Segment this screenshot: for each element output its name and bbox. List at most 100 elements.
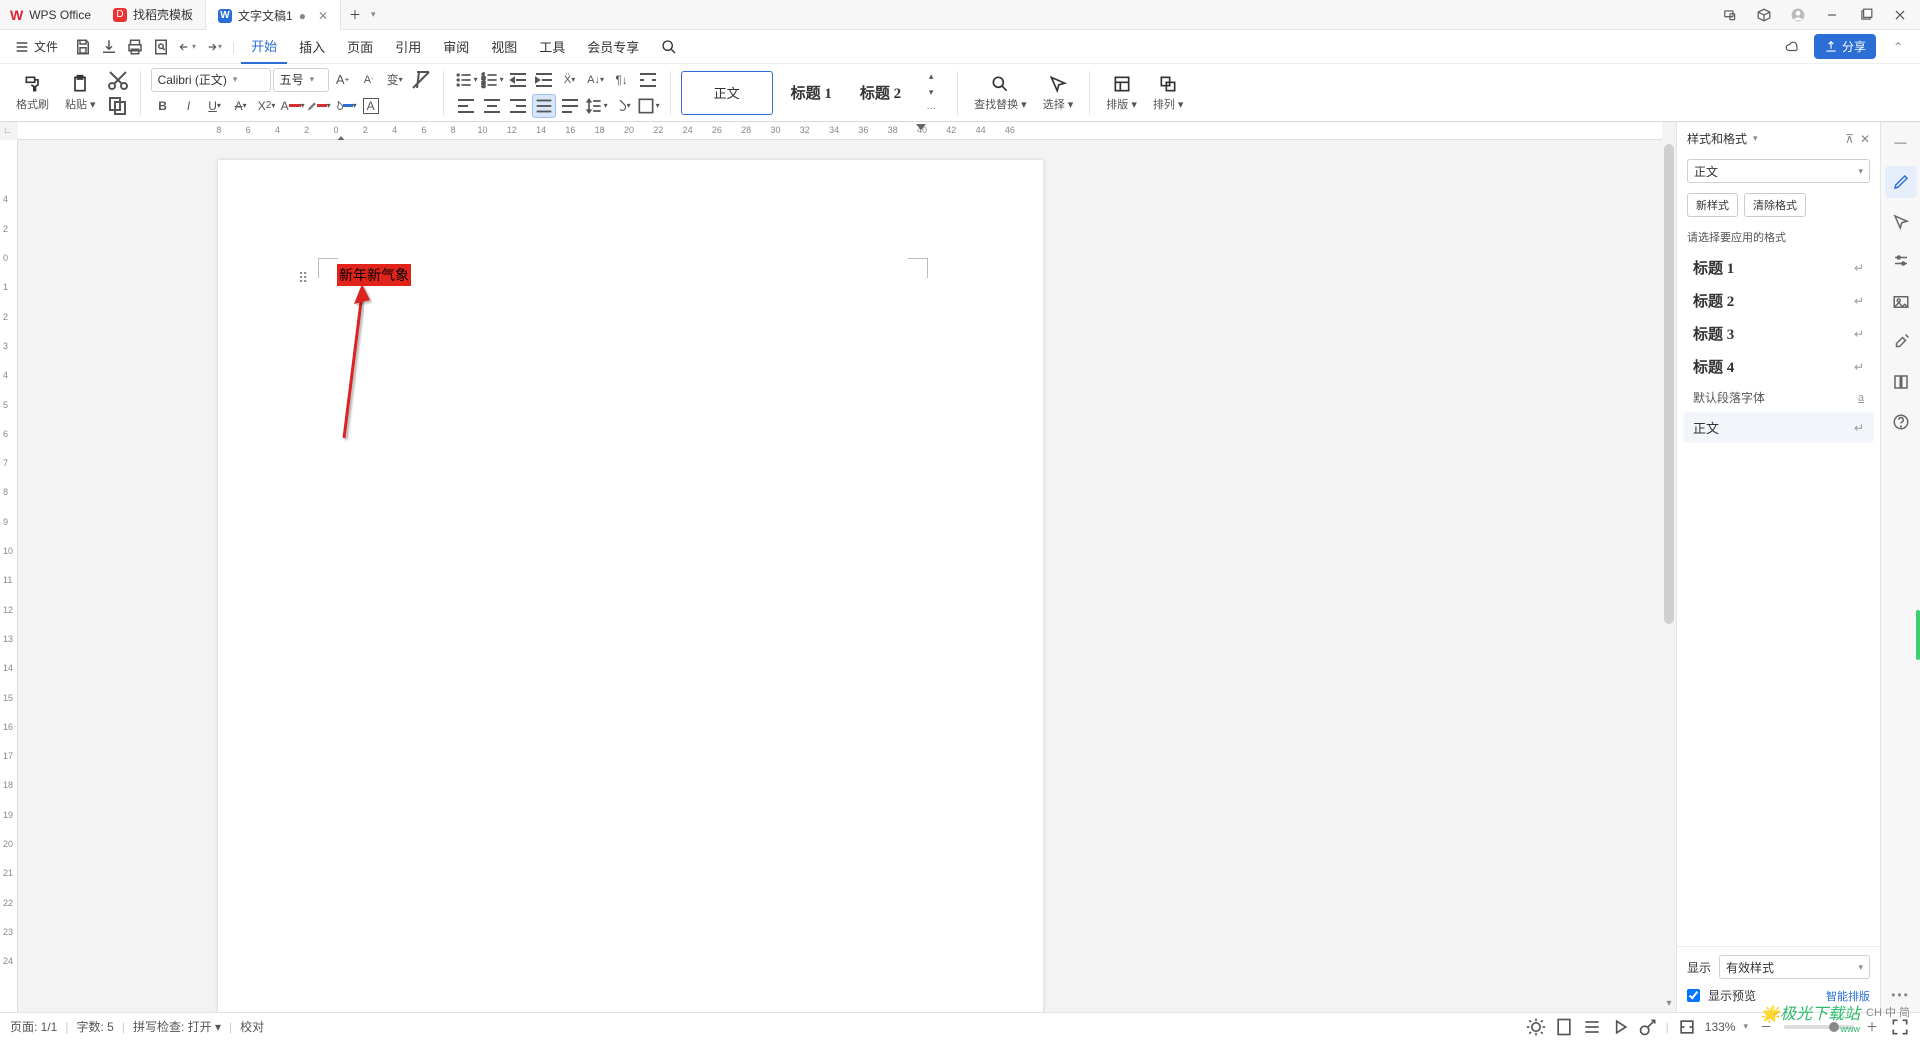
tools-icon[interactable] — [1885, 326, 1917, 358]
tab-settings-icon[interactable] — [636, 68, 660, 92]
shrink-font-icon[interactable]: A- — [357, 68, 381, 92]
status-bug-icon[interactable] — [1526, 1017, 1546, 1037]
document-page[interactable]: ⠿ 新年新气象 — [218, 160, 1043, 1012]
style-normal[interactable]: 正文 — [681, 71, 773, 115]
pin-icon[interactable]: ⊼ — [1845, 132, 1854, 146]
help-icon[interactable] — [1885, 406, 1917, 438]
find-replace-button[interactable]: 查找替换 ▾ — [968, 68, 1033, 118]
view-read-icon[interactable] — [1610, 1017, 1630, 1037]
print-preview-icon[interactable] — [152, 38, 170, 56]
zoom-value[interactable]: 133% — [1705, 1020, 1736, 1034]
clear-format-icon[interactable] — [409, 68, 433, 92]
avatar-icon[interactable] — [1784, 1, 1812, 29]
font-color-icon[interactable]: A▾ — [281, 94, 305, 118]
book-icon[interactable] — [1885, 366, 1917, 398]
borders-icon[interactable]: ▾ — [636, 94, 660, 118]
devices-icon[interactable] — [1716, 1, 1744, 29]
increase-indent-icon[interactable] — [532, 68, 556, 92]
close-tab-icon[interactable]: ✕ — [318, 9, 328, 23]
sort-icon[interactable]: A↓▾ — [584, 68, 608, 92]
align-left-icon[interactable] — [454, 94, 478, 118]
layout-button[interactable]: 排版 ▾ — [1100, 68, 1143, 118]
cube-icon[interactable] — [1750, 1, 1778, 29]
status-spell[interactable]: 拼写检查: 打开 ▾ — [133, 1018, 221, 1035]
scroll-thumb[interactable] — [1664, 144, 1674, 624]
more-icon[interactable]: ••• — [1891, 988, 1910, 1002]
preview-checkbox[interactable] — [1687, 989, 1700, 1002]
bullets-icon[interactable]: ▾ — [454, 68, 478, 92]
show-marks-icon[interactable]: ¶↓ — [610, 68, 634, 92]
distribute-icon[interactable] — [558, 94, 582, 118]
cloud-icon[interactable] — [1778, 33, 1806, 61]
view-page-icon[interactable] — [1554, 1017, 1574, 1037]
select-button[interactable]: 选择 ▾ — [1037, 68, 1080, 118]
cursor-icon[interactable] — [1885, 206, 1917, 238]
view-web-icon[interactable] — [1638, 1017, 1658, 1037]
pencil-icon[interactable] — [1885, 166, 1917, 198]
style-h2[interactable]: 标题 2 — [850, 76, 911, 109]
phonetic-icon[interactable]: 变▾ — [383, 68, 407, 92]
decrease-indent-icon[interactable] — [506, 68, 530, 92]
vertical-scrollbar[interactable]: ▾ — [1662, 140, 1676, 1012]
font-family-combo[interactable]: Calibri (正文)▾ — [151, 68, 271, 92]
style-item-default-font[interactable]: 默认段落字体a — [1683, 383, 1874, 412]
menu-insert[interactable]: 插入 — [289, 30, 335, 64]
style-item-h2[interactable]: 标题 2↵ — [1683, 284, 1874, 317]
scroll-down-icon[interactable]: ▾ — [1664, 998, 1674, 1010]
status-proof[interactable]: 校对 — [240, 1018, 264, 1035]
current-style-combo[interactable]: 正文 ▾ — [1687, 159, 1870, 183]
share-button[interactable]: 分享 — [1814, 34, 1876, 59]
collapse-sidepanel-icon[interactable]: — — [1885, 126, 1917, 158]
vertical-ruler[interactable]: 4201234567891011121314151617181920212223… — [0, 140, 18, 1012]
line-spacing-icon[interactable]: ▾ — [584, 94, 608, 118]
export-icon[interactable] — [100, 38, 118, 56]
view-outline-icon[interactable] — [1582, 1017, 1602, 1037]
panel-title-dropdown-icon[interactable]: ▾ — [1753, 133, 1758, 144]
menu-member[interactable]: 会员专享 — [577, 30, 649, 64]
tab-document[interactable]: W 文字文稿1 ● ✕ — [206, 0, 341, 30]
style-item-body[interactable]: 正文↵ — [1683, 412, 1874, 443]
italic-icon[interactable]: I — [177, 94, 201, 118]
menu-home[interactable]: 开始 — [241, 30, 287, 64]
copy-icon[interactable] — [106, 94, 130, 118]
undo-button[interactable]: ▾ — [178, 38, 196, 56]
grow-font-icon[interactable]: A+ — [331, 68, 355, 92]
document-viewport[interactable]: ⠿ 新年新气象 — [18, 140, 1662, 1012]
style-item-h4[interactable]: 标题 4↵ — [1683, 350, 1874, 383]
maximize-button[interactable] — [1852, 1, 1880, 29]
shading-icon[interactable]: ▾ — [333, 94, 357, 118]
align-center-icon[interactable] — [480, 94, 504, 118]
arrange-button[interactable]: 排列 ▾ — [1147, 68, 1190, 118]
zoom-dropdown-icon[interactable]: ▾ — [1743, 1021, 1748, 1032]
horizontal-ruler[interactable]: 8642024681012141618202224262830323436384… — [18, 122, 1662, 140]
chevron-down-icon[interactable]: ▾ — [371, 9, 376, 20]
sliders-icon[interactable] — [1885, 246, 1917, 278]
search-menu-icon[interactable] — [651, 30, 687, 64]
menu-reference[interactable]: 引用 — [385, 30, 431, 64]
menu-page[interactable]: 页面 — [337, 30, 383, 64]
bold-icon[interactable]: B — [151, 94, 175, 118]
new-style-button[interactable]: 新样式 — [1687, 193, 1738, 217]
style-scroll-up-icon[interactable]: ▴ — [919, 70, 943, 84]
close-button[interactable] — [1886, 1, 1914, 29]
status-words[interactable]: 字数: 5 — [76, 1018, 113, 1035]
underline-icon[interactable]: U▾ — [203, 94, 227, 118]
menu-review[interactable]: 审阅 — [433, 30, 479, 64]
char-border-icon[interactable]: A — [359, 94, 383, 118]
style-expand-icon[interactable]: ⋯ — [919, 102, 943, 116]
align-right-icon[interactable] — [506, 94, 530, 118]
font-size-combo[interactable]: 五号▾ — [273, 68, 329, 92]
style-h1[interactable]: 标题 1 — [781, 76, 842, 109]
menu-view[interactable]: 视图 — [481, 30, 527, 64]
hamburger-menu[interactable]: 文件 — [8, 30, 64, 64]
cut-icon[interactable] — [106, 68, 130, 92]
minimize-button[interactable] — [1818, 1, 1846, 29]
close-panel-icon[interactable]: ✕ — [1860, 132, 1870, 146]
align-justify-icon[interactable] — [532, 94, 556, 118]
strike-icon[interactable]: A▾ — [229, 94, 253, 118]
fit-width-icon[interactable] — [1677, 1017, 1697, 1037]
image-icon[interactable] — [1885, 286, 1917, 318]
menu-tools[interactable]: 工具 — [529, 30, 575, 64]
para-shading-icon[interactable]: ▾ — [610, 94, 634, 118]
clear-format-button[interactable]: 清除格式 — [1744, 193, 1806, 217]
